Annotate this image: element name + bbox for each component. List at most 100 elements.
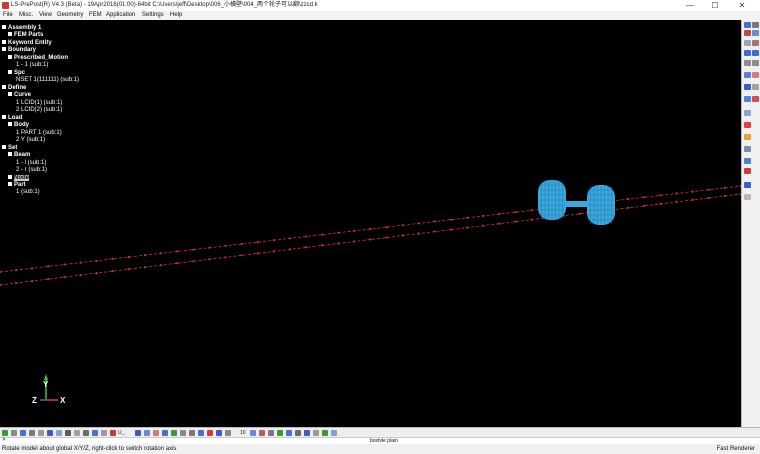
lock-icon[interactable] — [744, 194, 751, 200]
node-marker[interactable] — [498, 222, 501, 225]
tree-item-beam[interactable]: Beam — [8, 152, 30, 159]
node-marker[interactable] — [111, 270, 114, 273]
tree-item-beam-r[interactable]: 2 - r (sub:1) — [16, 167, 47, 174]
rotate-icon[interactable] — [744, 30, 751, 36]
node-marker[interactable] — [321, 244, 324, 247]
grid-icon[interactable] — [744, 158, 751, 164]
expand-icon[interactable] — [8, 175, 12, 180]
node-marker[interactable] — [514, 211, 517, 214]
fit-icon[interactable] — [752, 30, 759, 36]
node-marker[interactable] — [337, 231, 340, 234]
wheel-right[interactable] — [587, 185, 615, 225]
view-right-icon[interactable] — [752, 50, 759, 56]
expand-icon[interactable] — [8, 32, 12, 37]
node-marker[interactable] — [401, 234, 404, 237]
node-marker[interactable] — [176, 250, 179, 253]
node-marker[interactable] — [643, 196, 646, 199]
toolbar-tool-icon[interactable] — [135, 430, 141, 436]
anim-icon[interactable] — [744, 182, 751, 188]
expand-icon[interactable] — [8, 55, 12, 60]
node-marker[interactable] — [691, 198, 694, 201]
node-marker[interactable] — [643, 204, 646, 207]
tree-item-prescribed-motion-1[interactable]: 1 - 1 (sub:1) — [16, 62, 48, 69]
node-marker[interactable] — [385, 236, 388, 239]
node-marker[interactable] — [466, 226, 469, 229]
toolbar-tool-icon[interactable] — [304, 430, 310, 436]
tree-item-keyword-entity[interactable]: Keyword Entity — [2, 40, 52, 47]
node-marker[interactable] — [240, 254, 243, 257]
toolbar-tool-icon[interactable] — [20, 430, 26, 436]
menu-fem[interactable]: FEM — [89, 11, 102, 20]
wireframe-icon[interactable] — [744, 72, 751, 78]
toolbar-tool-icon[interactable] — [74, 430, 80, 436]
toolbar-tool-icon[interactable] — [11, 430, 17, 436]
ident-icon[interactable] — [744, 168, 751, 174]
node-marker[interactable] — [256, 241, 259, 244]
node-marker[interactable] — [256, 252, 259, 255]
node-marker[interactable] — [627, 198, 630, 201]
node-marker[interactable] — [449, 218, 453, 221]
node-marker[interactable] — [143, 254, 147, 257]
palette-icon[interactable] — [744, 134, 751, 140]
node-marker[interactable] — [321, 233, 324, 236]
node-marker[interactable] — [659, 194, 662, 197]
node-marker[interactable] — [417, 222, 420, 225]
node-marker[interactable] — [578, 212, 582, 215]
tree-item-lcid-1[interactable]: 1 LCID(1) (sub:1) — [16, 100, 62, 107]
toolbar-tool-icon[interactable] — [216, 430, 222, 436]
expand-icon[interactable] — [8, 70, 12, 75]
node-marker[interactable] — [208, 246, 211, 249]
menu-settings[interactable]: Settings — [142, 11, 164, 20]
node-marker[interactable] — [15, 281, 18, 285]
node-marker[interactable] — [723, 186, 727, 189]
node-marker[interactable] — [31, 279, 34, 283]
graphics-viewport[interactable]: Assembly 1 FEM Parts Keyword Entity Boun… — [0, 20, 741, 427]
toolbar-tool-icon[interactable] — [322, 430, 328, 436]
node-marker[interactable] — [0, 283, 2, 287]
tree-item-fem-parts[interactable]: FEM Parts — [8, 32, 43, 39]
node-marker[interactable] — [417, 232, 420, 235]
toolbar-tool-icon[interactable] — [29, 430, 35, 436]
node-marker[interactable] — [47, 278, 50, 281]
node-marker[interactable] — [337, 242, 340, 245]
node-marker[interactable] — [353, 229, 356, 232]
view-iso-icon[interactable] — [744, 60, 751, 66]
menu-file[interactable]: File — [3, 11, 13, 20]
feature-icon[interactable] — [752, 84, 759, 90]
tree-item-node[interactable]: Node — [8, 175, 29, 182]
label-icon[interactable] — [744, 146, 751, 152]
toolbar-tool-icon[interactable] — [331, 430, 337, 436]
toolbar-tool-icon[interactable] — [47, 430, 53, 436]
pan-icon[interactable] — [752, 22, 759, 28]
node-marker[interactable] — [466, 216, 469, 219]
node-marker[interactable] — [192, 260, 195, 263]
view-top-icon[interactable] — [744, 40, 751, 46]
node-marker[interactable] — [127, 255, 130, 259]
node-marker[interactable] — [79, 274, 82, 277]
node-marker[interactable] — [305, 246, 308, 249]
tree-item-set[interactable]: Set — [2, 145, 17, 152]
toolbar-tool-icon[interactable] — [153, 430, 159, 436]
node-marker[interactable] — [433, 220, 436, 223]
node-marker[interactable] — [707, 196, 710, 200]
model-scene[interactable] — [0, 20, 741, 427]
node-marker[interactable] — [79, 261, 82, 264]
node-marker[interactable] — [691, 190, 694, 193]
toolbar-tool-icon[interactable] — [65, 430, 71, 436]
toolbar-tool-icon[interactable] — [92, 430, 98, 436]
toolbar-tool-icon[interactable] — [259, 430, 265, 436]
expand-icon[interactable] — [2, 25, 6, 30]
node-marker[interactable] — [385, 226, 388, 229]
node-marker[interactable] — [723, 194, 727, 198]
toolbar-tool-icon[interactable] — [101, 430, 107, 436]
command-line[interactable]: > bostvle plain — [0, 437, 760, 444]
tree-item-prescribed-motion[interactable]: Prescribed_Motion — [8, 55, 68, 62]
toolbar-tool-icon[interactable] — [180, 430, 186, 436]
node-marker[interactable] — [369, 238, 372, 241]
node-marker[interactable] — [305, 235, 308, 238]
node-marker[interactable] — [47, 265, 50, 268]
hidden-icon[interactable] — [744, 96, 751, 102]
node-marker[interactable] — [401, 224, 404, 227]
tree-item-part-1[interactable]: 1 (sub:1) — [16, 189, 40, 196]
menu-misc[interactable]: Misc. — [19, 11, 33, 20]
